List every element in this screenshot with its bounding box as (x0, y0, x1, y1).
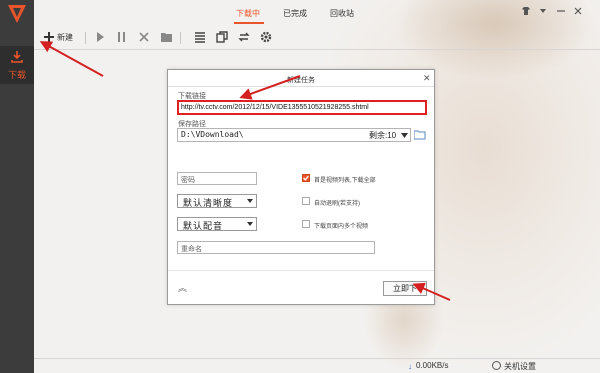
settings-button[interactable] (260, 31, 272, 45)
auto-exit-option-label: 自动退刷(若支持) (314, 201, 360, 207)
browse-folder-icon[interactable] (414, 130, 426, 140)
minimize-icon[interactable] (555, 6, 567, 18)
download-speed: 0.00KB/s (416, 361, 449, 370)
dialog-title: 新建任务 (287, 77, 315, 84)
skin-icon[interactable] (520, 6, 532, 18)
list-button[interactable] (194, 31, 206, 45)
dialog-close-icon[interactable]: ✕ (423, 73, 431, 84)
active-tab-underline (234, 22, 264, 24)
download-icon (11, 51, 23, 63)
rename-input[interactable]: 重命名 (177, 241, 375, 254)
menu-icon[interactable] (537, 6, 549, 18)
sidebar: 下载 (0, 0, 34, 373)
clock-icon (492, 361, 501, 370)
start-download-button[interactable]: 立即下 (383, 281, 427, 296)
plus-icon (44, 32, 54, 42)
rename-placeholder: 重命名 (181, 246, 202, 253)
new-task-dialog: 新建任务 ✕ 下载链接 http://tv.cctv.com/2012/12/1… (167, 69, 435, 305)
check-icon (303, 175, 309, 181)
app-logo-icon (8, 5, 26, 23)
collapse-icon[interactable]: ︽ (178, 281, 187, 294)
dialog-divider (168, 86, 434, 87)
path-value: D:\VDownload\ (181, 130, 244, 139)
refresh-icon (238, 32, 250, 42)
play-icon (97, 32, 104, 42)
playlist-checkbox[interactable] (302, 174, 310, 182)
pause-button[interactable] (116, 31, 128, 45)
dub-value: 默认配音 (183, 221, 224, 231)
multi-video-checkbox[interactable] (302, 220, 310, 228)
sidebar-item-download[interactable]: 下载 (0, 46, 34, 84)
new-task-label[interactable]: 新建 (57, 32, 73, 43)
sidebar-item-label: 下载 (7, 70, 26, 80)
playlist-option-label: 首是视频列表,下载全部 (314, 178, 376, 184)
url-value: http://tv.cctv.com/2012/12/15/VIDE135551… (181, 104, 369, 111)
delete-icon (139, 32, 149, 42)
copy-icon (216, 31, 228, 43)
save-path-input[interactable]: D:\VDownload\ 剩余:10 (177, 128, 411, 142)
quality-value: 默认清晰度 (183, 198, 234, 208)
toolbar-divider (85, 32, 86, 44)
toolbar-divider (180, 32, 181, 44)
list-icon (195, 32, 205, 43)
chevron-down-icon (247, 199, 253, 203)
chevron-down-icon (247, 222, 253, 226)
start-button[interactable] (94, 31, 106, 45)
password-input[interactable]: 密码 (177, 172, 257, 185)
chevron-down-icon[interactable] (401, 133, 408, 138)
quality-select[interactable]: 默认清晰度 (177, 194, 257, 208)
disk-remaining: 剩余:10 (369, 131, 397, 140)
dialog-divider (168, 270, 434, 271)
pause-icon (118, 32, 125, 42)
status-bar: ↓ 0.00KB/s 关机设置 (34, 358, 600, 373)
speed-down-icon: ↓ (408, 362, 412, 371)
settings-icon (260, 31, 272, 43)
auto-exit-checkbox[interactable] (302, 197, 310, 205)
close-icon[interactable] (572, 6, 584, 18)
delete-button[interactable] (138, 31, 150, 45)
copy-button[interactable] (216, 31, 228, 45)
shutdown-setting[interactable]: 关机设置 (504, 361, 536, 372)
toolbar (34, 26, 600, 50)
url-input[interactable]: http://tv.cctv.com/2012/12/15/VIDE135551… (177, 100, 427, 115)
multi-video-option-label: 下载页面内多个视频 (314, 224, 369, 230)
open-folder-button[interactable] (160, 31, 173, 45)
tab-bar: 下载中 已完成 回收站 (34, 0, 600, 26)
dub-select[interactable]: 默认配音 (177, 217, 257, 231)
refresh-button[interactable] (238, 31, 250, 45)
password-placeholder: 密码 (181, 177, 195, 184)
tab-downloading[interactable]: 下载中 (236, 8, 260, 19)
new-task-button[interactable] (43, 31, 55, 45)
tab-completed[interactable]: 已完成 (283, 8, 307, 19)
folder-icon (161, 33, 172, 42)
tab-recycle-bin[interactable]: 回收站 (330, 8, 354, 19)
